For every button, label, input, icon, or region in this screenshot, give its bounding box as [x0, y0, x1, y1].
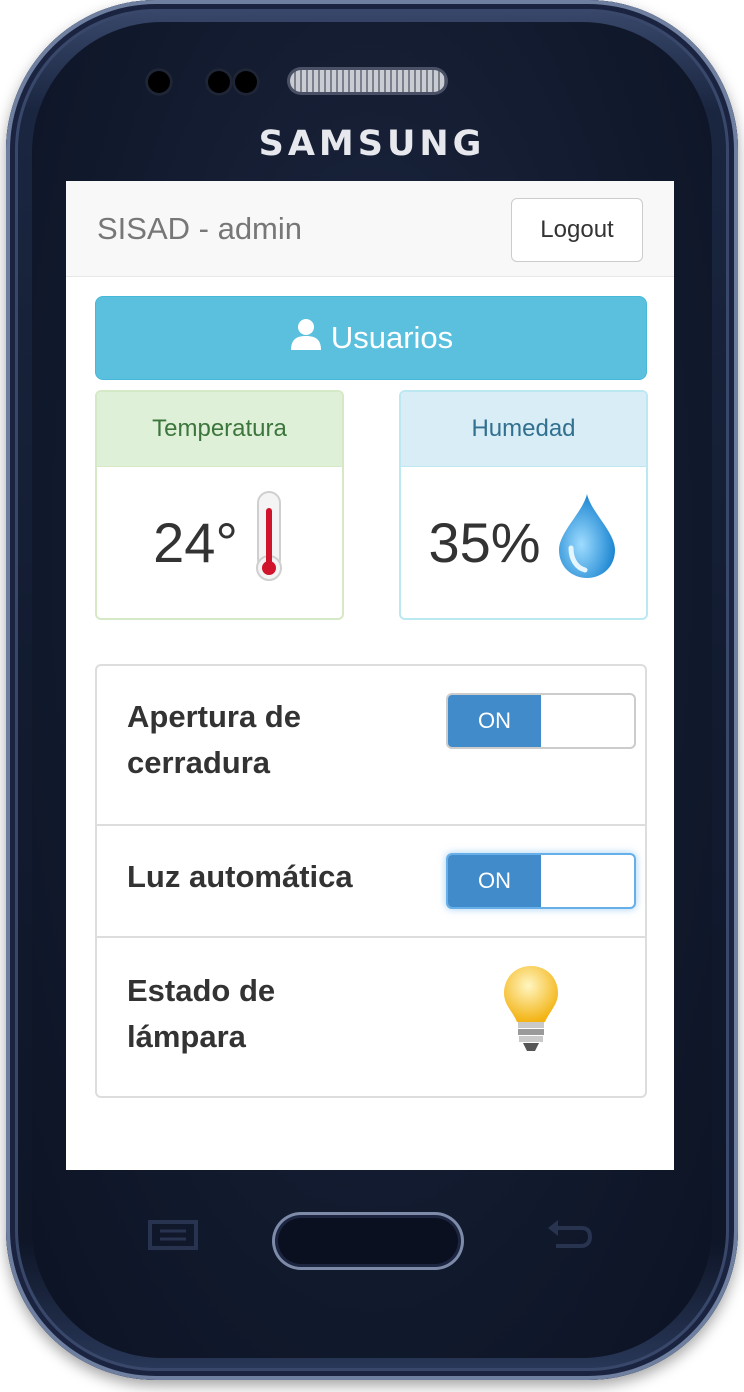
- list-item-auto-light: Luz automática ON: [97, 824, 645, 938]
- users-button[interactable]: Usuarios: [95, 296, 647, 380]
- light-sensor: [232, 68, 260, 96]
- menu-softkey-icon[interactable]: [148, 1218, 198, 1261]
- temperature-value: 24°: [153, 510, 238, 574]
- lamp-label: Estado de lámpara: [127, 968, 275, 1060]
- lamp-label-line1: Estado de: [127, 973, 276, 1008]
- thermometer-icon: [252, 490, 286, 595]
- list-item-lamp: Estado de lámpara: [97, 936, 645, 1096]
- user-icon: [289, 318, 323, 358]
- app-title: SISAD - admin: [97, 211, 303, 246]
- logout-button[interactable]: Logout: [511, 198, 643, 262]
- front-camera: [205, 68, 233, 96]
- lock-toggle-on: ON: [448, 695, 541, 747]
- temperature-title: Temperatura: [97, 392, 342, 467]
- auto-light-toggle[interactable]: ON: [446, 853, 636, 909]
- proximity-sensor: [145, 68, 173, 96]
- humidity-panel: Humedad 35%: [399, 390, 648, 620]
- users-button-label: Usuarios: [330, 320, 454, 355]
- navbar: SISAD - admin Logout: [66, 181, 674, 277]
- controls-list: Apertura de cerradura ON Luz automática …: [95, 664, 647, 1098]
- lamp-label-line2: lámpara: [127, 1019, 246, 1054]
- app-screen: SISAD - admin Logout Usuarios Temperatur…: [66, 181, 674, 1170]
- back-softkey-icon[interactable]: [546, 1218, 593, 1261]
- auto-light-toggle-on: ON: [448, 855, 541, 907]
- lock-toggle[interactable]: ON: [446, 693, 636, 749]
- water-drop-icon: [555, 492, 619, 593]
- lock-label-line1: Apertura de: [127, 699, 301, 734]
- humidity-value: 35%: [428, 510, 541, 574]
- lock-label-line2: cerradura: [127, 745, 271, 780]
- auto-light-label: Luz automática: [127, 859, 353, 894]
- temperature-panel: Temperatura 24°: [95, 390, 344, 620]
- device-brand: SAMSUNG: [258, 124, 486, 164]
- humidity-title: Humedad: [401, 392, 646, 467]
- earpiece-speaker: [290, 70, 445, 92]
- list-item-lock: Apertura de cerradura ON: [97, 666, 645, 824]
- light-bulb-icon: [501, 964, 561, 1059]
- home-button[interactable]: [272, 1212, 464, 1270]
- lock-label: Apertura de cerradura: [127, 694, 301, 786]
